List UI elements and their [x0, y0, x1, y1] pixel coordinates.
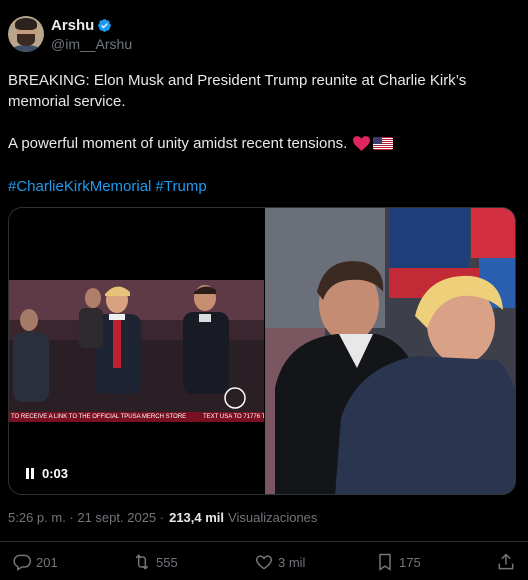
ticker-right-text: TEXT USA TO 71776 T [203, 414, 264, 420]
tweet-meta: 5:26 p. m. · 21 sept. 2025 · 213,4 mil V… [8, 510, 317, 525]
views-count: 213,4 mil [169, 510, 225, 525]
video-frame [9, 280, 264, 422]
author-info: Arshu @im__Arshu [51, 17, 132, 52]
video-player[interactable]: TO RECEIVE A LINK TO THE OFFICIAL TPUSA … [9, 208, 264, 494]
verified-badge-icon [98, 18, 112, 32]
avatar[interactable] [8, 16, 44, 52]
bookmark-icon [379, 553, 391, 571]
bookmark-button[interactable]: 175 [375, 552, 421, 572]
video-time: 0:03 [42, 466, 69, 481]
author-handle[interactable]: @im__Arshu [51, 36, 132, 52]
ticker-left-text: TO RECEIVE A LINK TO THE OFFICIAL TPUSA … [11, 414, 187, 420]
like-button[interactable]: 3 mil [254, 552, 305, 572]
tweet-text-line2-text: A powerful moment of unity amidst recent… [8, 135, 348, 152]
reply-icon [13, 554, 32, 571]
reply-button[interactable]: 201 [12, 552, 58, 572]
retweet-icon [135, 554, 149, 570]
photo-image[interactable] [265, 208, 515, 494]
bookmark-count: 175 [399, 554, 421, 570]
tweet-hashtags[interactable]: #CharlieKirkMemorial #Trump [8, 176, 508, 197]
author-display-name[interactable]: Arshu [51, 17, 94, 34]
retweet-button[interactable]: 555 [132, 552, 178, 572]
red-heart-icon [353, 136, 371, 151]
action-bar: 201 555 3 mil 175 [0, 552, 528, 576]
heart-icon [255, 555, 273, 570]
reply-count: 201 [36, 554, 58, 570]
video-ticker: TO RECEIVE A LINK TO THE OFFICIAL TPUSA … [9, 412, 264, 422]
pause-icon[interactable] [25, 468, 35, 479]
tweet-header: Arshu @im__Arshu [8, 16, 132, 52]
share-icon [498, 553, 514, 570]
divider [0, 541, 528, 542]
share-button[interactable] [496, 552, 520, 572]
us-flag-icon [373, 137, 394, 150]
media-container[interactable]: TO RECEIVE A LINK TO THE OFFICIAL TPUSA … [8, 207, 516, 495]
retweet-count: 555 [156, 554, 178, 570]
tweet-timestamp[interactable]: 5:26 p. m. · 21 sept. 2025 · [8, 510, 164, 525]
views-label: Visualizaciones [228, 510, 318, 525]
video-controls[interactable]: 0:03 [25, 466, 68, 481]
tweet-text-line1: BREAKING: Elon Musk and President Trump … [8, 72, 467, 110]
tweet-text-line2: A powerful moment of unity amidst recent… [8, 133, 508, 154]
like-count: 3 mil [278, 554, 306, 570]
